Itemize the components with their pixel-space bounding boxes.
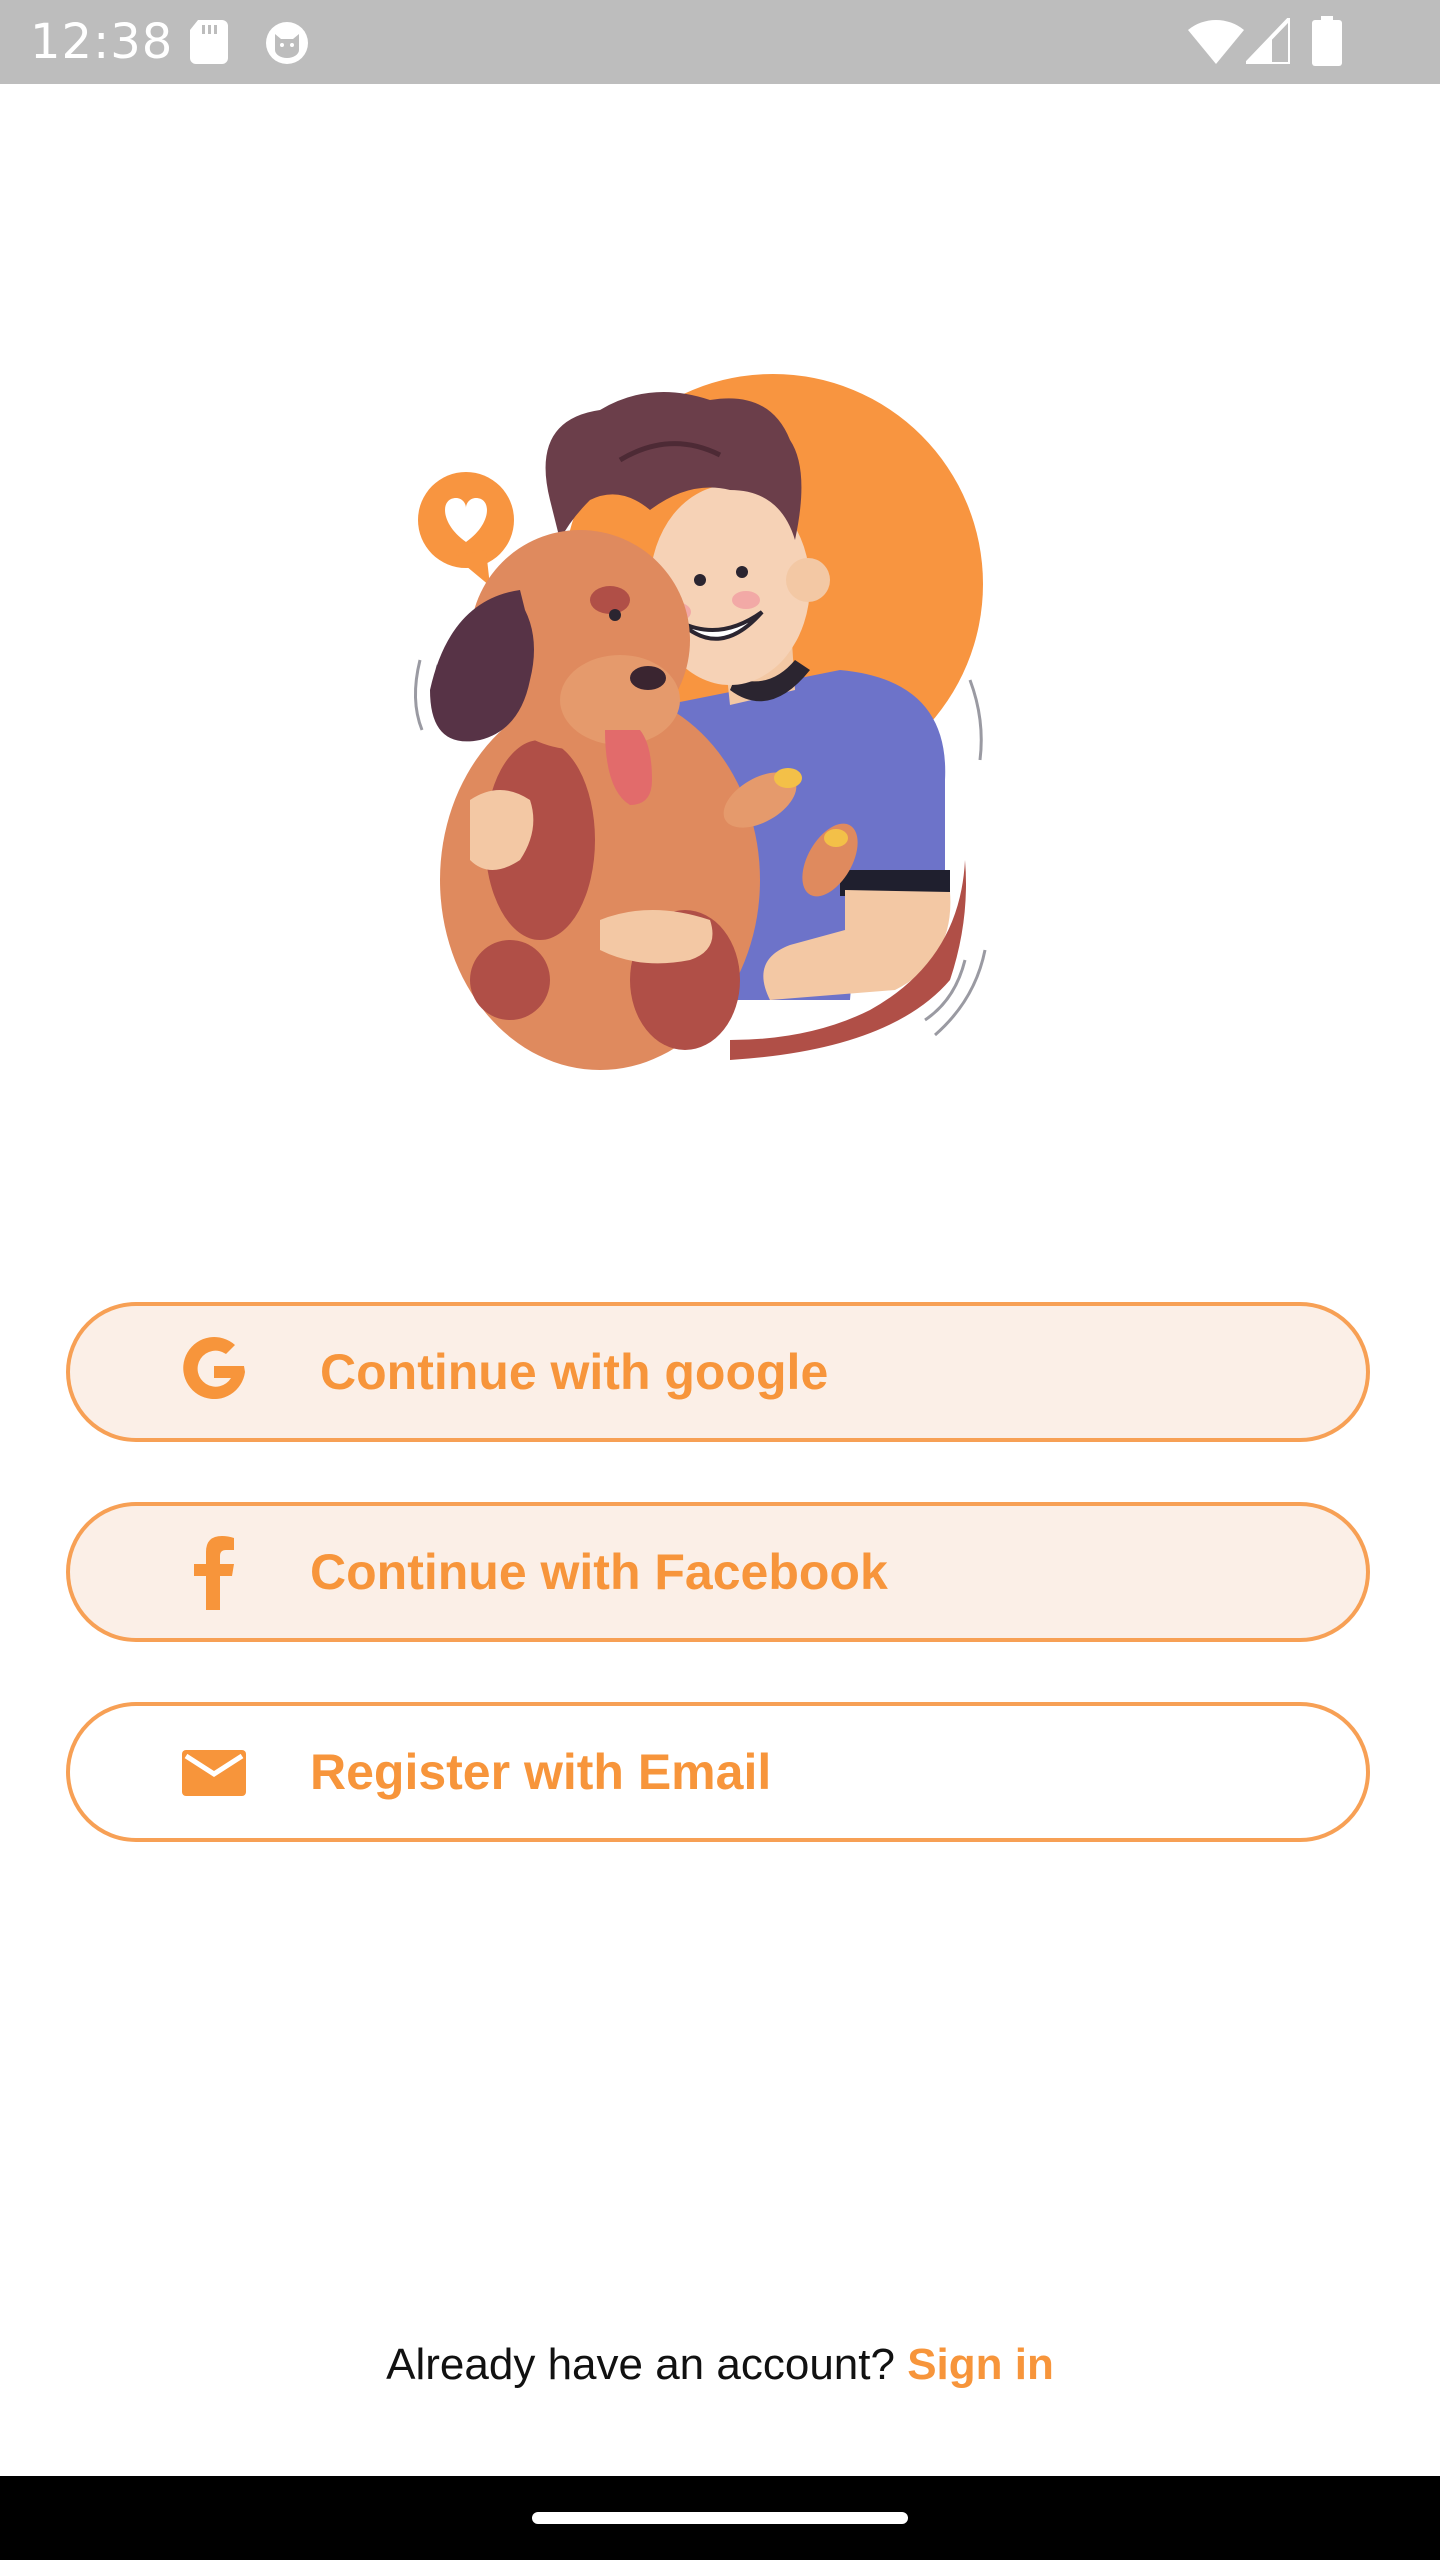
sd-card-icon — [190, 20, 228, 64]
facebook-icon — [174, 1532, 254, 1612]
signin-prompt: Already have an account? Sign in — [0, 2340, 1440, 2390]
cellular-signal-icon — [1246, 18, 1290, 64]
status-bar: 12:38 — [0, 0, 1440, 84]
wifi-icon — [1188, 20, 1244, 64]
google-icon — [174, 1332, 254, 1412]
continue-with-google-button[interactable]: Continue with google — [66, 1302, 1370, 1442]
cat-notification-icon — [266, 22, 308, 64]
register-with-email-button[interactable]: Register with Email — [66, 1702, 1370, 1842]
register-screen: 12:38 Continue with google Continue with… — [0, 0, 1440, 2560]
continue-with-facebook-button[interactable]: Continue with Facebook — [66, 1502, 1370, 1642]
man-hugging-dog-illustration — [413, 374, 987, 1070]
status-time: 12:38 — [30, 14, 174, 70]
home-gesture-handle[interactable] — [532, 2512, 908, 2524]
battery-icon — [1312, 16, 1342, 66]
google-button-label: Continue with google — [320, 1344, 829, 1400]
email-button-label: Register with Email — [310, 1744, 772, 1800]
sign-in-link[interactable]: Sign in — [907, 2340, 1054, 2389]
mail-icon — [174, 1732, 254, 1812]
facebook-button-label: Continue with Facebook — [310, 1544, 888, 1600]
signin-prompt-text: Already have an account? — [386, 2340, 895, 2389]
